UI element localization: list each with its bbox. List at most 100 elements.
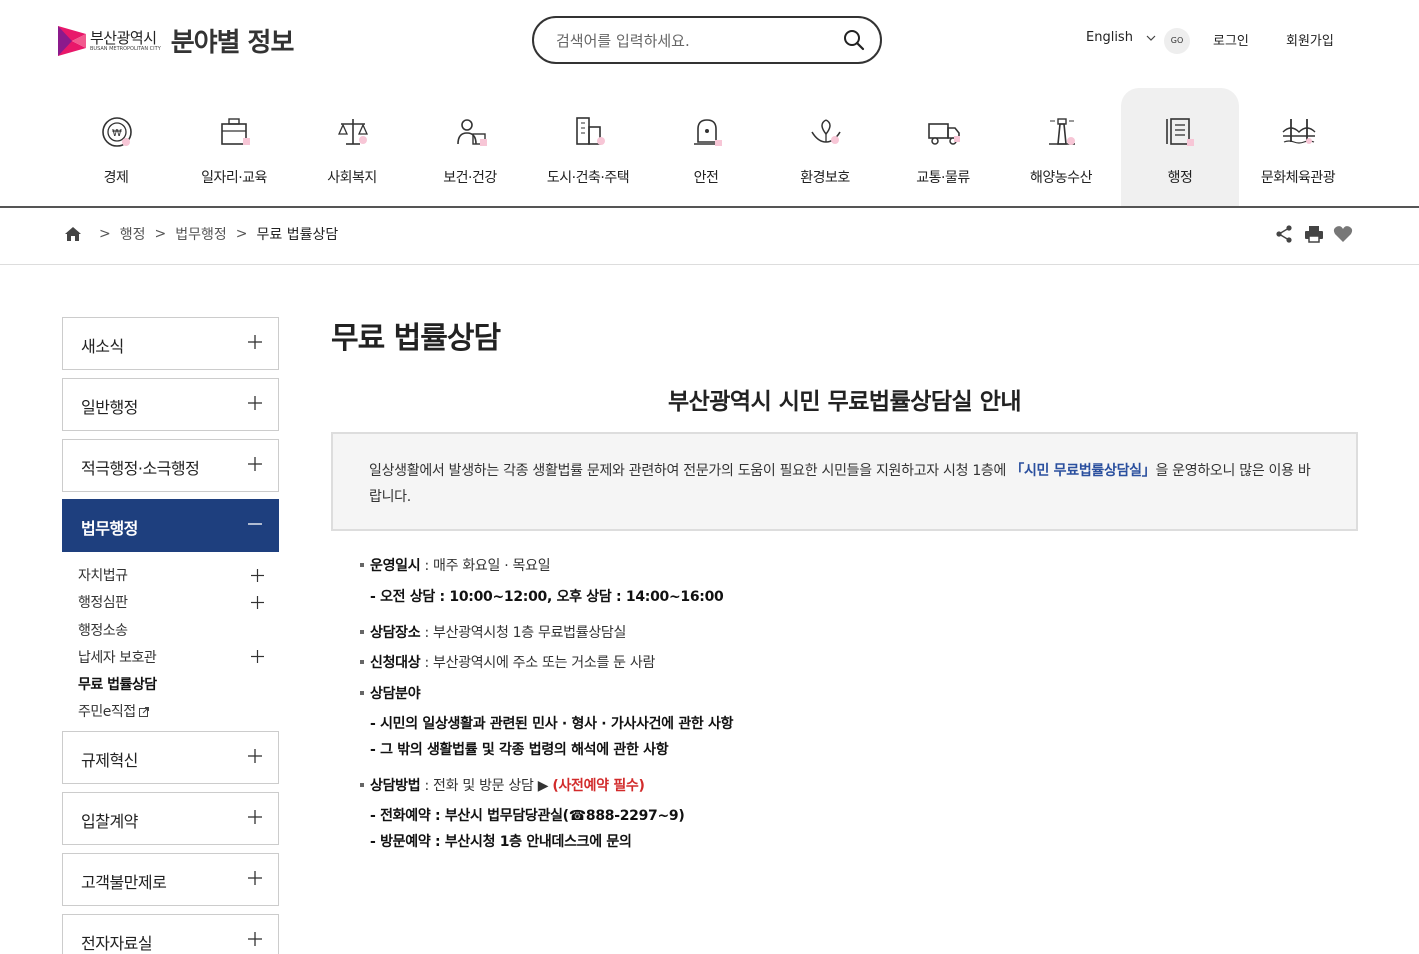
- intro-text: 일상생활에서 발생하는 각종 생활법률 문제와 관련하여 전문가의 도움이 필요…: [369, 463, 1011, 479]
- breadcrumb-item-legal[interactable]: 법무행정: [175, 224, 227, 244]
- info-value: 매주 화요일 · 목요일: [433, 558, 551, 574]
- breadcrumb-item-admin[interactable]: 행정: [120, 224, 146, 244]
- category-label: 보건·건강: [443, 170, 497, 186]
- go-button[interactable]: GO: [1164, 28, 1190, 54]
- breadcrumb-bar: > 행정 > 법무행정 > 무료 법률상담: [0, 208, 1419, 265]
- print-button[interactable]: [1304, 224, 1324, 244]
- info-method: 상담방법 : 전화 및 방문 상담 ▶ (사전예약 필수): [360, 775, 645, 795]
- info-hours-detail: - 오전 상담 : 10:00~12:00, 오후 상담 : 14:00~16:…: [370, 589, 724, 605]
- header: 부산광역시 BUSAN METROPOLITAN CITY 분야별 정보 Eng…: [0, 0, 1419, 82]
- join-link[interactable]: 회원가입: [1286, 30, 1334, 49]
- sidebar-subitem-taxpayer[interactable]: 납세자 보호관: [78, 647, 157, 667]
- category-label: 교통·물류: [916, 170, 970, 186]
- language-select[interactable]: English: [1086, 30, 1133, 45]
- document-icon: [1166, 118, 1194, 146]
- heart-icon: [1333, 226, 1353, 242]
- share-button[interactable]: [1274, 224, 1294, 244]
- search-box: [532, 16, 882, 64]
- category-admin[interactable]: 행정: [1121, 88, 1239, 206]
- info-label: 운영일시: [370, 558, 421, 574]
- plus-icon: [248, 335, 262, 349]
- category-environment[interactable]: 환경보호: [766, 88, 884, 206]
- external-link-icon: [138, 707, 149, 717]
- category-safety[interactable]: 안전: [647, 88, 765, 206]
- category-culture[interactable]: 문화체육관광: [1239, 88, 1357, 206]
- sidebar-item-e-library[interactable]: 전자자료실: [62, 914, 279, 954]
- reservation-required-note: (사전예약 필수): [552, 778, 645, 794]
- plus-icon[interactable]: [251, 596, 264, 609]
- sidebar-item-label: 법무행정: [81, 519, 138, 538]
- busan-logo[interactable]: 부산광역시 BUSAN METROPOLITAN CITY 분야별 정보: [58, 22, 295, 59]
- plus-icon: [248, 457, 262, 471]
- sidebar-item-label: 적극행정·소극행정: [81, 459, 200, 478]
- category-marine[interactable]: 해양농수산: [1002, 88, 1120, 206]
- info-value: 전화 및 방문 상담 ▶: [433, 778, 549, 794]
- category-job[interactable]: 일자리·교육: [175, 88, 293, 206]
- breadcrumb-item-current[interactable]: 무료 법률상담: [257, 224, 339, 244]
- truck-icon: [928, 123, 960, 145]
- category-label: 도시·건축·주택: [546, 170, 630, 186]
- sidebar-item-complaint-zero[interactable]: 고객불만제로: [62, 853, 279, 906]
- sidebar-item-general-admin[interactable]: 일반행정: [62, 378, 279, 431]
- info-method-visit: - 방문예약 : 부산시청 1층 안내데스크에 문의: [370, 834, 632, 850]
- home-icon[interactable]: [64, 225, 82, 243]
- plus-icon[interactable]: [251, 650, 264, 663]
- category-welfare[interactable]: 사회복지: [293, 88, 411, 206]
- sidebar-item-news[interactable]: 새소식: [62, 317, 279, 370]
- info-place: 상담장소 : 부산광역시청 1층 무료법률상담실: [360, 622, 626, 642]
- plus-icon: [248, 871, 262, 885]
- breadcrumb-separator: >: [154, 226, 167, 242]
- search-icon[interactable]: [842, 28, 866, 52]
- sidebar-subitem-e-direct[interactable]: 주민e직접: [78, 701, 149, 721]
- plus-icon: [248, 810, 262, 824]
- category-label: 문화체육관광: [1260, 170, 1336, 186]
- sidebar-item-label: 새소식: [81, 337, 124, 356]
- print-icon: [1305, 226, 1323, 243]
- info-label: 상담장소: [370, 625, 421, 641]
- busan-logo-mark-icon: [58, 25, 86, 56]
- page-title: 무료 법률상담: [331, 321, 501, 356]
- info-label: 상담방법: [370, 778, 421, 794]
- sidebar-item-bidding[interactable]: 입찰계약: [62, 792, 279, 845]
- sidebar-subitem-ordinance[interactable]: 자치법규: [78, 565, 128, 585]
- category-building[interactable]: 도시·건축·주택: [529, 88, 647, 206]
- category-health[interactable]: 보건·건강: [411, 88, 529, 206]
- info-method-phone: - 전화예약 : 부산시 법무담당관실(☎888-2297~9): [370, 808, 685, 824]
- breadcrumb: > 행정 > 법무행정 > 무료 법률상담: [64, 224, 338, 244]
- category-nav: ₩ 경제 일자리·교육 사회복지 보건·건강 도시·건축·주택 안전 환경보호 …: [0, 88, 1419, 208]
- category-label: 행정: [1167, 170, 1193, 186]
- plus-icon: [248, 749, 262, 763]
- sidebar-subitem-lawsuit[interactable]: 행정소송: [78, 620, 128, 640]
- plus-icon[interactable]: [251, 569, 264, 582]
- chevron-down-icon[interactable]: [1146, 34, 1156, 42]
- job-icon: [221, 118, 250, 145]
- info-value: 부산광역시에 주소 또는 거소를 둔 사람: [433, 655, 656, 671]
- plus-icon: [248, 396, 262, 410]
- info-field-2: - 그 밖의 생활법률 및 각종 법령의 해석에 관한 사항: [370, 742, 669, 758]
- category-traffic[interactable]: 교통·물류: [884, 88, 1002, 206]
- site-title: 분야별 정보: [170, 28, 295, 58]
- info-label: 신청대상: [370, 655, 421, 671]
- sidebar-item-label: 입찰계약: [81, 812, 138, 831]
- sidebar-item-label: 규제혁신: [81, 751, 138, 770]
- sidebar-item-legal-admin[interactable]: 법무행정: [62, 499, 279, 552]
- favorite-button[interactable]: [1333, 224, 1353, 244]
- login-link[interactable]: 로그인: [1213, 30, 1249, 49]
- category-label: 사회복지: [327, 170, 377, 186]
- sidebar-item-regulation[interactable]: 규제혁신: [62, 731, 279, 784]
- search-input[interactable]: [556, 29, 826, 53]
- minus-icon: [248, 523, 262, 525]
- sidebar-item-active-admin[interactable]: 적극행정·소극행정: [62, 439, 279, 492]
- sidebar-item-label: 고객불만제로: [81, 873, 167, 892]
- info-value: 부산광역시청 1층 무료법률상담실: [433, 625, 627, 641]
- category-economy[interactable]: ₩ 경제: [57, 88, 175, 206]
- share-icon: [1276, 225, 1292, 243]
- info-hours: 운영일시 : 매주 화요일 · 목요일: [360, 555, 551, 575]
- sidebar-subitem-free-legal[interactable]: 무료 법률상담: [78, 674, 157, 694]
- sidebar-subitem-appeal[interactable]: 행정심판: [78, 592, 128, 612]
- info-target: 신청대상 : 부산광역시에 주소 또는 거소를 둔 사람: [360, 652, 655, 672]
- health-icon: [457, 119, 487, 146]
- building-icon: [576, 117, 605, 145]
- lighthouse-icon: [1049, 118, 1075, 145]
- breadcrumb-separator: >: [99, 226, 111, 242]
